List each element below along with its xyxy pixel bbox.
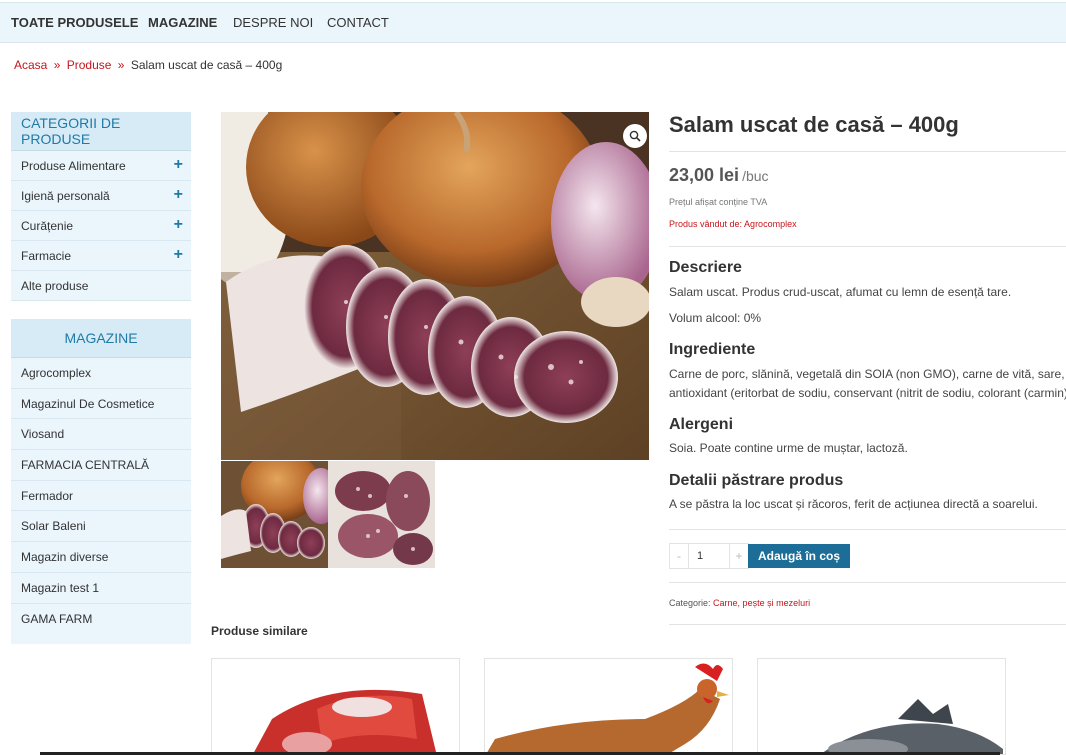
ingredients-title: Ingrediente: [669, 341, 756, 358]
product-category: Categorie: Carne, pește și mezeluri: [669, 598, 810, 608]
divider: [669, 529, 1066, 530]
category-link[interactable]: Carne, pește și mezeluri: [713, 598, 810, 608]
description-text: Salam uscat. Produs crud-uscat, afumat c…: [669, 285, 1012, 299]
quantity-stepper: - +: [669, 543, 749, 569]
breadcrumb-home-link[interactable]: Acasa: [14, 58, 47, 72]
quantity-input[interactable]: [688, 544, 730, 568]
product-page: TOATE PRODUSELE MAGAZINE DESPRE NOI CONT…: [0, 0, 1066, 755]
divider: [669, 582, 1066, 583]
plus-icon[interactable]: +: [174, 157, 183, 173]
category-label: Categorie:: [669, 598, 711, 608]
thumbnail-image: [328, 461, 435, 568]
add-to-cart-button[interactable]: Adaugă în coș: [748, 544, 850, 568]
category-label: Alte produse: [21, 278, 89, 293]
store-item[interactable]: Magazin test 1: [11, 573, 191, 604]
qty-increase-button[interactable]: +: [730, 544, 748, 568]
description-title: Descriere: [669, 259, 742, 276]
category-label: Igienă personală: [21, 188, 110, 203]
category-item-hygiene[interactable]: Igienă personală +: [11, 181, 191, 211]
alcohol-volume-text: Volum alcool: 0%: [669, 311, 762, 325]
store-item[interactable]: GAMA FARM: [11, 604, 191, 644]
zoom-button[interactable]: [623, 124, 647, 148]
divider: [669, 624, 1066, 625]
product-price: 23,00 lei/buc: [669, 165, 769, 186]
allergens-text: Soia. Poate contine urme de muștar, lact…: [669, 441, 908, 455]
plus-icon[interactable]: +: [174, 247, 183, 263]
store-item[interactable]: FARMACIA CENTRALĂ: [11, 450, 191, 481]
divider: [669, 151, 1066, 152]
category-label: Curățenie: [21, 218, 74, 233]
top-navigation: TOATE PRODUSELE MAGAZINE DESPRE NOI CONT…: [0, 2, 1066, 43]
category-item-other[interactable]: Alte produse: [11, 271, 191, 301]
stores-title: MAGAZINE: [11, 319, 191, 358]
thumbnail-image: [221, 461, 328, 568]
breadcrumb: Acasa » Produse » Salam uscat de casă – …: [14, 58, 282, 72]
product-thumbnail-1[interactable]: [221, 461, 328, 568]
store-item[interactable]: Agrocomplex: [11, 358, 191, 389]
store-item[interactable]: Magazin diverse: [11, 542, 191, 573]
store-item[interactable]: Viosand: [11, 419, 191, 451]
price-unit: /buc: [742, 168, 769, 184]
related-product-card[interactable]: [757, 658, 1006, 755]
storage-text: A se păstra la loc uscat și răcoros, fer…: [669, 497, 1038, 511]
ingredients-text: Carne de porc, slănină, vegetală din SOI…: [669, 367, 1065, 381]
stores-widget: MAGAZINE Agrocomplex Magazinul De Cosmet…: [11, 319, 191, 644]
product-thumbnail-2[interactable]: [328, 461, 435, 568]
categories-widget: CATEGORII DE PRODUSE Produse Alimentare …: [11, 112, 191, 301]
store-item[interactable]: Fermador: [11, 481, 191, 512]
breadcrumb-separator: »: [117, 58, 125, 72]
tva-note: Prețul afișat conține TVA: [669, 197, 768, 207]
nav-stores[interactable]: MAGAZINE: [148, 15, 217, 30]
qty-decrease-button[interactable]: -: [670, 544, 688, 568]
ingredients-text: antioxidant (eritorbat de sodiu, conserv…: [669, 386, 1066, 400]
breadcrumb-products-link[interactable]: Produse: [67, 58, 112, 72]
category-label: Produse Alimentare: [21, 158, 126, 173]
nav-all-products[interactable]: TOATE PRODUSELE: [11, 15, 138, 30]
related-products-title: Produse similare: [211, 624, 308, 638]
category-item-cleaning[interactable]: Curățenie +: [11, 211, 191, 241]
breadcrumb-current: Salam uscat de casă – 400g: [130, 58, 283, 72]
product-main-image[interactable]: [221, 112, 649, 460]
category-item-pharmacy[interactable]: Farmacie +: [11, 241, 191, 271]
allergens-title: Alergeni: [669, 416, 734, 433]
nav-contact[interactable]: CONTACT: [327, 15, 389, 30]
product-title: Salam uscat de casă – 400g: [669, 112, 959, 137]
divider: [669, 246, 1066, 247]
store-item[interactable]: Solar Baleni: [11, 511, 191, 543]
store-item[interactable]: Magazinul De Cosmetice: [11, 389, 191, 420]
sold-by-link[interactable]: Produs vândut de: Agrocomplex: [669, 219, 797, 229]
nav-about[interactable]: DESPRE NOI: [233, 15, 313, 30]
related-product-image: [758, 659, 1005, 754]
magnifier-icon: [629, 130, 641, 142]
price-amount: 23,00 lei: [669, 165, 740, 185]
storage-title: Detalii păstrare produs: [669, 472, 844, 489]
related-product-image: [485, 659, 732, 754]
plus-icon[interactable]: +: [174, 187, 183, 203]
related-product-card[interactable]: [484, 658, 733, 755]
plus-icon[interactable]: +: [174, 217, 183, 233]
categories-title: CATEGORII DE PRODUSE: [11, 112, 191, 151]
salami-photo: [221, 112, 649, 460]
related-product-card[interactable]: [211, 658, 460, 755]
breadcrumb-separator: »: [53, 58, 61, 72]
category-item-food[interactable]: Produse Alimentare +: [11, 151, 191, 181]
category-label: Farmacie: [21, 248, 72, 263]
related-product-image: [212, 659, 459, 754]
